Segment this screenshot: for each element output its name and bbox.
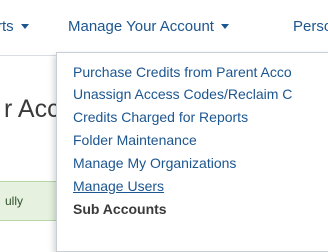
menu-item-folder-maintenance[interactable]: Folder Maintenance bbox=[73, 131, 197, 149]
chevron-down-icon bbox=[220, 23, 229, 29]
menu-item-credits-charged[interactable]: Credits Charged for Reports bbox=[73, 108, 248, 126]
menu-item-unassign-access-codes[interactable]: Unassign Access Codes/Reclaim C bbox=[73, 85, 292, 103]
nav-manage-account-label: Manage Your Account bbox=[68, 18, 214, 35]
nav-personal-menu[interactable]: Perso bbox=[293, 18, 328, 36]
menu-item-manage-users[interactable]: Manage Users bbox=[73, 177, 164, 195]
menu-item-purchase-credits[interactable]: Purchase Credits from Parent Acco bbox=[73, 63, 292, 81]
page-title: r Acc bbox=[4, 95, 60, 123]
manage-account-dropdown: Purchase Credits from Parent Acco Unassi… bbox=[56, 52, 328, 252]
menu-item-manage-organizations[interactable]: Manage My Organizations bbox=[73, 154, 236, 172]
success-alert: ully bbox=[0, 181, 60, 221]
alert-message: ully bbox=[5, 194, 24, 208]
nav-reports-label: rts bbox=[0, 18, 14, 35]
menu-item-sub-accounts[interactable]: Sub Accounts bbox=[73, 200, 167, 218]
nav-reports-menu[interactable]: rts bbox=[0, 18, 29, 36]
chevron-down-icon bbox=[20, 23, 29, 29]
nav-manage-account-menu[interactable]: Manage Your Account bbox=[68, 18, 229, 36]
nav-personal-label: Perso bbox=[293, 18, 328, 35]
top-navbar: rts Manage Your Account Perso bbox=[0, 0, 328, 56]
